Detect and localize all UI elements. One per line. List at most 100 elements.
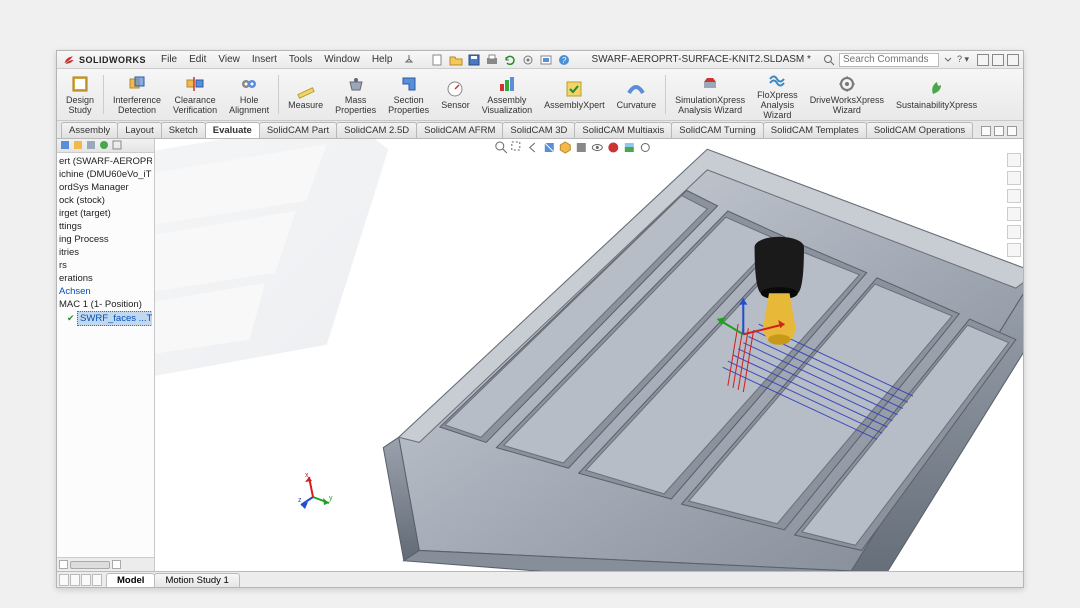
search-input[interactable] (839, 53, 939, 67)
tree-item[interactable]: ing Process (59, 233, 152, 246)
help-dropdown-icon[interactable]: ? ▾ (957, 54, 969, 65)
tree-item[interactable]: ichine (DMU60eVo_iTNC530_5X) (59, 168, 152, 181)
tree-item[interactable]: erations (59, 272, 152, 285)
zoom-area-icon[interactable] (511, 141, 524, 154)
tab-solidcam-3d[interactable]: SolidCAM 3D (502, 122, 575, 138)
scroll-thumb[interactable] (70, 561, 110, 569)
bottom-tab-motion-study[interactable]: Motion Study 1 (154, 573, 239, 587)
clearance-verification-button[interactable]: ClearanceVerification (168, 71, 222, 118)
rebuild-icon[interactable] (503, 53, 517, 67)
taskpane-custom-properties-icon[interactable] (1007, 243, 1021, 257)
scroll-right-icon[interactable] (112, 560, 121, 569)
tree-item[interactable]: ock (stock) (59, 194, 152, 207)
edit-appearance-icon[interactable] (607, 141, 620, 154)
fm-tab1-icon[interactable] (60, 140, 70, 150)
tree-item[interactable]: irget (target) (59, 207, 152, 220)
hide-show-icon[interactable] (591, 141, 604, 154)
bottom-tab-model[interactable]: Model (106, 573, 155, 587)
taskpane-view-palette-icon[interactable] (1007, 207, 1021, 221)
graphics-viewport[interactable]: x y z (155, 139, 1023, 571)
apply-scene-icon[interactable] (623, 141, 636, 154)
simulationxpress-button[interactable]: SimulationXpressAnalysis Wizard (670, 71, 750, 118)
fm-tab4-icon[interactable] (99, 140, 109, 150)
menu-pin-icon[interactable] (399, 52, 419, 67)
fm-tab3-icon[interactable] (86, 140, 96, 150)
design-study-button[interactable]: DesignStudy (61, 71, 99, 118)
minimize-icon[interactable] (977, 54, 989, 66)
options-icon[interactable] (521, 53, 535, 67)
tab-layout[interactable]: Layout (117, 122, 162, 138)
bt-next-icon[interactable] (81, 574, 91, 586)
close-icon[interactable] (1007, 54, 1019, 66)
measure-button[interactable]: Measure (283, 71, 328, 118)
tab-sketch[interactable]: Sketch (161, 122, 206, 138)
floxpress-button[interactable]: FloXpressAnalysisWizard (752, 71, 803, 118)
display-style-icon[interactable] (575, 141, 588, 154)
taskpane-design-library-icon[interactable] (1007, 171, 1021, 185)
view-orientation-icon[interactable] (559, 141, 572, 154)
sidepane-scrollbar (57, 557, 154, 571)
tab-solidcam-turning[interactable]: SolidCAM Turning (671, 122, 764, 138)
print-icon[interactable] (485, 53, 499, 67)
assemblyxpert-button[interactable]: AssemblyXpert (539, 71, 610, 118)
screen-capture-icon[interactable] (539, 53, 553, 67)
tree-item-achsen[interactable]: Achsen (59, 285, 152, 298)
tab-solidcam-part[interactable]: SolidCAM Part (259, 122, 337, 138)
tab-solidcam-operations[interactable]: SolidCAM Operations (866, 122, 973, 138)
previous-view-icon[interactable] (527, 141, 540, 154)
bt-last-icon[interactable] (92, 574, 102, 586)
menu-file[interactable]: File (156, 52, 182, 67)
mass-properties-button[interactable]: MassProperties (330, 71, 381, 118)
svg-text:x: x (305, 472, 309, 479)
save-icon[interactable] (467, 53, 481, 67)
bt-first-icon[interactable] (59, 574, 69, 586)
sustainabilityxpress-button[interactable]: SustainabilityXpress (891, 71, 982, 118)
doc-restore-icon[interactable] (994, 126, 1004, 136)
feature-tree[interactable]: ert (SWARF-AEROPRT-SURFACE ichine (DMU60… (57, 153, 154, 328)
tab-solidcam-templates[interactable]: SolidCAM Templates (763, 122, 867, 138)
curvature-button[interactable]: Curvature (612, 71, 662, 118)
tab-evaluate[interactable]: Evaluate (205, 122, 260, 138)
tab-solidcam-multiaxis[interactable]: SolidCAM Multiaxis (574, 122, 672, 138)
section-view-icon[interactable] (543, 141, 556, 154)
sensor-button[interactable]: Sensor (436, 71, 475, 118)
tree-item[interactable]: rs (59, 259, 152, 272)
doc-minimize-icon[interactable] (981, 126, 991, 136)
maximize-icon[interactable] (992, 54, 1004, 66)
driveworksxpress-button[interactable]: DriveWorksXpressWizard (805, 71, 889, 118)
view-settings-icon[interactable] (639, 141, 652, 154)
open-icon[interactable] (449, 53, 463, 67)
new-icon[interactable] (431, 53, 445, 67)
tab-assembly[interactable]: Assembly (61, 122, 118, 138)
interference-detection-button[interactable]: InterferenceDetection (108, 71, 166, 118)
fm-tab2-icon[interactable] (73, 140, 83, 150)
taskpane-appearances-icon[interactable] (1007, 225, 1021, 239)
scroll-left-icon[interactable] (59, 560, 68, 569)
fm-tab5-icon[interactable] (112, 140, 122, 150)
taskpane-resources-icon[interactable] (1007, 153, 1021, 167)
tree-item-selected[interactable]: SWRF_faces ...T1 (77, 311, 152, 326)
menu-edit[interactable]: Edit (184, 52, 211, 67)
orientation-triad[interactable]: x y z (295, 469, 335, 509)
section-properties-button[interactable]: SectionProperties (383, 71, 434, 118)
tree-item[interactable]: ttings (59, 220, 152, 233)
menu-window[interactable]: Window (319, 52, 365, 67)
tab-solidcam-25d[interactable]: SolidCAM 2.5D (336, 122, 417, 138)
tree-item[interactable]: itries (59, 246, 152, 259)
menu-help[interactable]: Help (367, 52, 398, 67)
hole-alignment-button[interactable]: HoleAlignment (224, 71, 274, 118)
menu-view[interactable]: View (213, 52, 245, 67)
help-icon[interactable]: ? (557, 53, 571, 67)
search-dropdown-icon[interactable] (943, 55, 953, 65)
bt-prev-icon[interactable] (70, 574, 80, 586)
doc-close-icon[interactable] (1007, 126, 1017, 136)
assembly-visualization-button[interactable]: AssemblyVisualization (477, 71, 537, 118)
menu-tools[interactable]: Tools (284, 52, 317, 67)
taskpane-file-explorer-icon[interactable] (1007, 189, 1021, 203)
tab-solidcam-afrm[interactable]: SolidCAM AFRM (416, 122, 503, 138)
menu-insert[interactable]: Insert (247, 52, 282, 67)
tree-item[interactable]: ert (SWARF-AEROPRT-SURFACE (59, 155, 152, 168)
tree-item[interactable]: ordSys Manager (59, 181, 152, 194)
zoom-fit-icon[interactable] (495, 141, 508, 154)
tree-item-mac1[interactable]: MAC 1 (1- Position) (59, 298, 152, 311)
